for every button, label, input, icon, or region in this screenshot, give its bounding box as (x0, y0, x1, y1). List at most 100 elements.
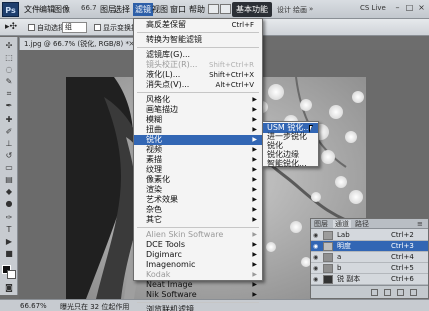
filter-menu-item[interactable]: 艺术效果 ▶ (134, 195, 262, 205)
path-select-tool-icon[interactable]: ▶ (3, 237, 15, 247)
channel-row[interactable]: ◉ 明度 Ctrl+3 (311, 241, 428, 252)
menu-image[interactable]: 图像 (54, 4, 70, 16)
channel-row[interactable]: ◉ a Ctrl+4 (311, 252, 428, 263)
cs-live-button[interactable]: CS Live (360, 4, 386, 12)
dodge-tool-icon[interactable]: ● (3, 199, 15, 209)
workspace-more-link[interactable]: » (309, 5, 313, 13)
tab-paths[interactable]: 路径 (355, 220, 369, 228)
filter-menu-item[interactable]: 杂色 ▶ (134, 205, 262, 215)
clone-stamp-tool-icon[interactable]: ⊥ (3, 139, 15, 149)
filter-menu-item[interactable]: 视频 ▶ (134, 145, 262, 155)
filter-menu-item[interactable]: 浏览联机滤镜... (134, 305, 262, 311)
menu-help[interactable]: 帮助 (189, 4, 205, 16)
type-tool-icon[interactable]: T (3, 225, 15, 235)
visibility-eye-icon[interactable]: ◉ (313, 276, 320, 283)
auto-select-checkbox[interactable] (28, 24, 35, 31)
submenu-arrow-icon: ▶ (252, 291, 257, 298)
background-color-swatch[interactable] (7, 270, 16, 279)
filter-menu-shortcut: Shift+Ctrl+X (209, 71, 254, 79)
document-tab[interactable]: 1.jpg @ 66.7% (锐化, RGB/8) * × (19, 37, 139, 50)
filter-menu-item[interactable]: 消失点(V)... Alt+Ctrl+V (134, 80, 262, 90)
move-tool-icon[interactable]: ▸✣ (5, 22, 17, 32)
filter-menu-item[interactable]: 液化(L)... Shift+Ctrl+X (134, 70, 262, 80)
submenu-arrow-icon: ▶ (252, 261, 257, 268)
save-selection-icon[interactable] (384, 289, 391, 296)
sharpen-submenu-item[interactable]: 智能锐化... (263, 159, 318, 169)
channel-row[interactable]: ◉ 锐 副本 Ctrl+6 (311, 274, 428, 285)
maximize-icon[interactable]: □ (404, 3, 415, 14)
lasso-tool-icon[interactable]: ◌ (3, 65, 15, 75)
brush-tool-icon[interactable]: ✐ (3, 127, 15, 137)
panel-footer (311, 285, 428, 298)
filter-menu-item[interactable]: 转换为智能滤镜 (134, 35, 262, 45)
quick-select-tool-icon[interactable]: ✎ (3, 77, 15, 87)
toolbox: ✣ ⬚ ◌ ✎ ⌗ ✒ ✚ ✐ ⊥ ↺ ▭ ▤ ◆ ● ✑ T ▶ ■ ◙ (0, 37, 18, 295)
visibility-eye-icon[interactable]: ◉ (313, 243, 320, 250)
filter-menu-item[interactable]: 扭曲 ▶ (134, 125, 262, 135)
arrange-documents-icon[interactable] (208, 4, 219, 14)
gradient-tool-icon[interactable]: ▤ (3, 175, 15, 185)
filter-menu-item-label: 风格化 (146, 95, 170, 104)
close-icon[interactable]: × (416, 3, 427, 14)
marquee-tool-icon[interactable]: ⬚ (3, 53, 15, 63)
filter-menu-item[interactable]: Kodak ▶ (134, 270, 262, 280)
channel-row[interactable]: ◉ Lab Ctrl+2 (311, 230, 428, 241)
menu-select[interactable]: 选择 (114, 4, 130, 16)
filter-menu-item[interactable]: Digimarc ▶ (134, 250, 262, 260)
auto-select-dropdown[interactable]: 组 (62, 22, 87, 33)
visibility-eye-icon[interactable]: ◉ (313, 265, 320, 272)
filter-menu-item[interactable]: 镜头校正(R)... Shift+Ctrl+R (134, 60, 262, 70)
eyedropper-tool-icon[interactable]: ✒ (3, 101, 15, 111)
filter-menu-item[interactable]: 其它 ▶ (134, 215, 262, 225)
minimize-icon[interactable]: – (392, 3, 403, 14)
screen-mode-icon[interactable] (220, 4, 231, 14)
menu-filter[interactable]: 滤镜 (133, 3, 153, 16)
submenu-arrow-icon: ▶ (252, 271, 257, 278)
show-transform-checkbox[interactable] (94, 24, 101, 31)
eraser-tool-icon[interactable]: ▭ (3, 163, 15, 173)
workspace-paint-link[interactable]: 绘画 (293, 5, 307, 15)
status-zoom[interactable]: 66.67% (20, 302, 47, 310)
quick-mask-icon[interactable]: ◙ (3, 283, 15, 293)
pen-tool-icon[interactable]: ✑ (3, 213, 15, 223)
menu-file[interactable]: 文件 (24, 4, 40, 16)
panel-menu-icon[interactable]: ≡ (417, 220, 423, 228)
filter-menu-item[interactable]: 锐化 ▶ (134, 135, 262, 145)
filter-menu-item[interactable]: Neat Image ▶ (134, 280, 262, 290)
filter-menu-item[interactable]: Alien Skin Software ▶ (134, 230, 262, 240)
submenu-arrow-icon: ▶ (252, 186, 257, 193)
filter-menu-item[interactable]: Imagenomic ▶ (134, 260, 262, 270)
filter-menu-item-label: 杂色 (146, 205, 162, 214)
channel-row[interactable]: ◉ b Ctrl+5 (311, 263, 428, 274)
tab-channels[interactable]: 通道 (333, 220, 351, 228)
filter-menu-item[interactable]: 渲染 ▶ (134, 185, 262, 195)
menu-edit[interactable]: 编辑 (39, 4, 55, 16)
filter-menu-item[interactable]: 素描 ▶ (134, 155, 262, 165)
filter-menu-item[interactable]: 纹理 ▶ (134, 165, 262, 175)
shape-tool-icon[interactable]: ■ (3, 249, 15, 259)
filter-menu-item[interactable]: 像素化 ▶ (134, 175, 262, 185)
filter-menu-item[interactable]: 模糊 ▶ (134, 115, 262, 125)
blur-tool-icon[interactable]: ◆ (3, 187, 15, 197)
filter-menu-item[interactable]: 滤镜库(G)... (134, 50, 262, 60)
filter-menu-item[interactable]: 画笔描边 ▶ (134, 105, 262, 115)
zoom-readout[interactable]: 66.7 (81, 4, 97, 12)
crop-tool-icon[interactable]: ⌗ (3, 89, 15, 99)
menu-window[interactable]: 窗口 (170, 4, 186, 16)
workspace-design-link[interactable]: 设计 (277, 5, 291, 15)
visibility-eye-icon[interactable]: ◉ (313, 232, 320, 239)
new-channel-icon[interactable] (397, 289, 404, 296)
delete-channel-icon[interactable] (410, 289, 417, 296)
healing-brush-tool-icon[interactable]: ✚ (3, 115, 15, 125)
workspace-button[interactable]: 基本功能 (232, 2, 272, 17)
tab-layers[interactable]: 图层 (314, 220, 328, 228)
load-selection-icon[interactable] (371, 289, 378, 296)
history-brush-tool-icon[interactable]: ↺ (3, 151, 15, 161)
menu-view[interactable]: 视图 (152, 4, 168, 16)
filter-menu-item[interactable]: DCE Tools ▶ (134, 240, 262, 250)
filter-menu-item[interactable]: 高反差保留 Ctrl+F (134, 20, 262, 30)
visibility-eye-icon[interactable]: ◉ (313, 254, 320, 261)
filter-menu-item[interactable]: 风格化 ▶ (134, 95, 262, 105)
filter-menu-item[interactable]: Nik Software ▶ (134, 290, 262, 300)
move-tool-icon[interactable]: ✣ (3, 41, 15, 51)
